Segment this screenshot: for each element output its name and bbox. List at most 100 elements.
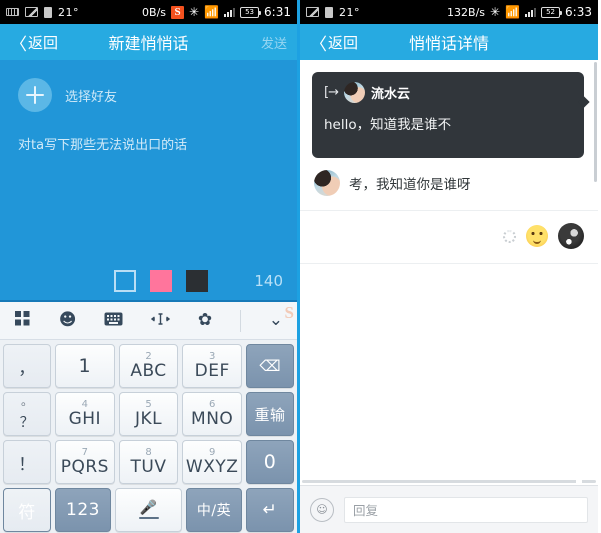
- message-header: [→ 流水云: [324, 82, 572, 103]
- vertical-scrollbar[interactable]: [594, 62, 597, 182]
- chat-detail-panel: [→ 流水云 hello，知道我是谁不 考，我知道你是谁呀 ☺ 回复: [300, 60, 598, 533]
- key-backspace[interactable]: ⌫: [246, 344, 295, 388]
- message-text: hello，知道我是谁不: [324, 117, 452, 133]
- key-5[interactable]: 5 JKL: [118, 392, 179, 436]
- keypad-row: 。 ？ 4 GHI 5 JKL 6 MNO 重输: [3, 392, 295, 436]
- backspace-icon: ⌫: [259, 357, 281, 375]
- network-speed-label: 132B/s: [447, 5, 486, 19]
- status-left-icons: 21°: [306, 6, 360, 19]
- right-title-bar: 〈 返回 悄悄话详情: [300, 24, 598, 60]
- enter-icon: ↵: [262, 500, 278, 520]
- document-icon: [44, 6, 52, 18]
- back-button[interactable]: 〈 返回: [310, 30, 358, 55]
- dual-screenshot: 21° 0B/s S ✳ 📶 53 6:31 〈 返回 新建悄悄话 发送 选择好…: [0, 0, 601, 533]
- keypad-row: ， 1 2 ABC 3 DEF ⌫: [3, 344, 295, 388]
- key-label: ！: [18, 454, 36, 475]
- right-phone-screen: 21° 132B/s ✳ 📶 52 6:33 〈 返回 悄悄话详情 [→ 流水云…: [300, 0, 598, 533]
- temperature-label: 21°: [339, 5, 360, 19]
- key-label: GHI: [68, 408, 102, 429]
- key-3[interactable]: 3 DEF: [182, 344, 243, 388]
- compose-area: 选择好友 对ta写下那些无法说出口的话 140: [0, 60, 297, 300]
- wifi-icon: 📶: [204, 5, 220, 19]
- key-9[interactable]: 9 WXYZ: [182, 440, 243, 484]
- key-label: JKL: [134, 408, 163, 429]
- signal-icon: [224, 7, 236, 17]
- key-label: 1: [78, 355, 92, 377]
- battery-icon: 53: [240, 6, 262, 18]
- key-7[interactable]: 7 PQRS: [55, 440, 115, 484]
- key-label: ABC: [130, 360, 167, 381]
- key-123[interactable]: 123: [55, 488, 112, 532]
- key-period-question[interactable]: 。 ？: [3, 392, 51, 436]
- key-label: ？: [19, 414, 35, 431]
- gear-icon[interactable]: ✿: [198, 312, 212, 329]
- plus-icon[interactable]: [18, 78, 52, 112]
- reply-input[interactable]: 回复: [344, 496, 588, 523]
- key-label: DEF: [194, 360, 230, 381]
- status-right-icons: 0B/s S ✳ 📶 53 6:31: [142, 5, 291, 19]
- key-label: 符: [18, 502, 36, 523]
- compose-toolbar: 140: [0, 270, 297, 292]
- send-button[interactable]: 发送: [261, 33, 287, 52]
- left-status-bar: 21° 0B/s S ✳ 📶 53 6:31: [0, 0, 297, 24]
- battery-icon: 52: [541, 6, 563, 18]
- key-space-mic[interactable]: 🎤: [115, 488, 182, 532]
- signal-icon: [525, 7, 537, 17]
- key-label: ，: [18, 358, 36, 379]
- color-swatches: [114, 270, 208, 292]
- emoji-icon[interactable]: ☻: [59, 312, 77, 329]
- photo-icon: [25, 7, 38, 17]
- key-label: 中/英: [196, 503, 232, 519]
- toolbar-divider: [239, 309, 241, 332]
- back-button[interactable]: 〈 返回: [10, 30, 58, 55]
- cursor-move-icon[interactable]: [150, 312, 171, 330]
- sender-name: 流水云: [370, 87, 410, 102]
- key-4[interactable]: 4 GHI: [55, 392, 115, 436]
- status-left-icons: 21°: [6, 6, 79, 19]
- reply-input-bar: ☺ 回复: [300, 485, 598, 533]
- avatar: [314, 170, 340, 196]
- key-1[interactable]: 1: [55, 344, 115, 388]
- message-text: 考，我知道你是谁呀: [349, 177, 471, 193]
- sending-spinner-icon: [503, 229, 516, 243]
- key-0[interactable]: 0: [246, 440, 295, 484]
- key-8[interactable]: 8 TUV: [118, 440, 179, 484]
- bluetooth-icon: ✳: [189, 5, 200, 19]
- chevron-down-icon[interactable]: ⌄: [269, 312, 283, 329]
- right-status-bar: 21° 132B/s ✳ 📶 52 6:33: [300, 0, 598, 24]
- key-lang-toggle[interactable]: 中/英: [185, 488, 242, 532]
- key-exclamation[interactable]: ！: [3, 440, 51, 484]
- virtual-keyboard: ☻ ✿ ⌄ S ， 1 2 ABC 3 DEF ⌫ 。 ？ 4 GHI 5 JK…: [0, 300, 297, 533]
- horizontal-scrollbar[interactable]: [302, 480, 596, 483]
- emoji-icon[interactable]: ☺: [310, 497, 334, 522]
- keyboard-icon[interactable]: [104, 312, 123, 330]
- back-label: 返回: [28, 33, 59, 52]
- avatar: [343, 82, 365, 103]
- swatch-blue[interactable]: [114, 270, 136, 292]
- document-icon: [325, 6, 333, 18]
- keypad-row: 符 123 🎤 中/英 ↵: [3, 488, 294, 532]
- mic-icon: 🎤: [139, 499, 158, 516]
- key-symbols[interactable]: 符: [3, 488, 51, 532]
- sogou-watermark-icon: S: [284, 303, 294, 322]
- friend-picker-row[interactable]: 选择好友: [0, 60, 297, 112]
- keypad: ， 1 2 ABC 3 DEF ⌫ 。 ？ 4 GHI 5 JKL 6 MNO …: [0, 340, 297, 533]
- keyboard-toolbar: ☻ ✿ ⌄ S: [0, 302, 297, 340]
- compose-input[interactable]: 对ta写下那些无法说出口的话: [0, 112, 297, 153]
- message-row-sticker[interactable]: [300, 211, 598, 264]
- key-comma[interactable]: ，: [3, 344, 51, 388]
- key-6[interactable]: 6 MNO: [182, 392, 243, 436]
- key-enter[interactable]: ↵: [246, 488, 294, 532]
- key-redo[interactable]: 重输: [246, 392, 295, 436]
- swatch-dark[interactable]: [186, 270, 208, 292]
- left-phone-screen: 21° 0B/s S ✳ 📶 53 6:31 〈 返回 新建悄悄话 发送 选择好…: [0, 0, 300, 533]
- swatch-pink[interactable]: [150, 270, 172, 292]
- key-number: 。: [20, 394, 33, 409]
- apps-grid-icon[interactable]: [14, 310, 31, 331]
- photo-icon: [306, 7, 319, 17]
- key-label: WXYZ: [185, 456, 239, 477]
- key-2[interactable]: 2 ABC: [118, 344, 179, 388]
- secret-message-card[interactable]: [→ 流水云 hello，知道我是谁不: [312, 72, 584, 158]
- network-speed-label: 0B/s: [142, 5, 167, 19]
- message-row-reply[interactable]: 考，我知道你是谁呀: [300, 158, 598, 211]
